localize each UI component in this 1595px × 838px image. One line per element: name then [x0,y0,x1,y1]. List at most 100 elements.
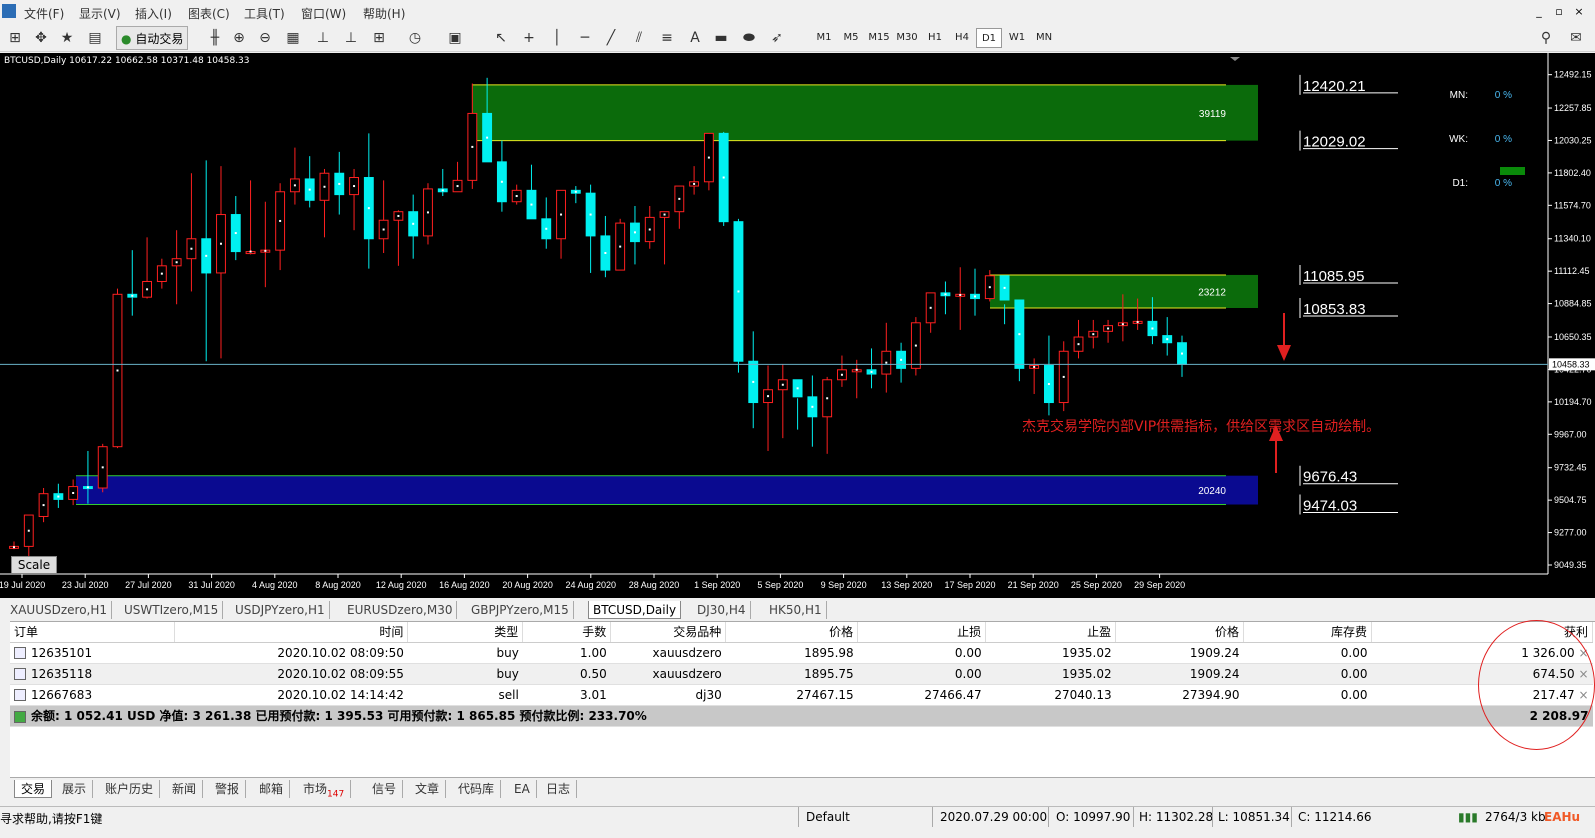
tab-signals[interactable]: 信号 [366,780,404,798]
vertical-line-icon[interactable]: │ [546,27,568,49]
col-price[interactable]: 价格 [725,622,859,643]
table-row[interactable]: 12635118 2020.10.02 08:09:55 buy 0.50 xauusd… [10,663,1593,685]
menu-tools[interactable]: 工具(T) [244,5,285,22]
autoscroll-icon[interactable]: ⊥ [340,27,362,49]
tab-alerts[interactable]: 警报 [209,780,247,798]
chart-tab[interactable]: USWTIzero,M15 [120,601,224,619]
profiles-icon[interactable]: ★ [56,27,78,49]
candle-center-dot [1062,375,1065,378]
chart-tab[interactable]: EURUSDzero,M30 [343,601,458,619]
price-chart[interactable]: 39119 23212 20240 12492.15 12257.85 12030.25 1… [0,53,1595,598]
close-button[interactable]: × [1571,4,1587,20]
horizontal-line-icon[interactable]: ─ [574,27,596,49]
cursor-icon[interactable]: ↖ [490,27,512,49]
tf-m30[interactable]: M30 [894,28,920,48]
candle-center-dot [382,228,385,231]
tab-journal[interactable]: 日志 [540,780,578,798]
tab-news[interactable]: 新闻 [166,780,204,798]
new-chart-icon[interactable]: ⊞ [4,27,26,49]
order-icon [14,668,26,680]
col-type[interactable]: 类型 [407,622,524,643]
price-tick-label: 11802.40 [1554,168,1591,178]
level-label: 9474.03 [1303,498,1357,515]
candle-center-dot [530,203,533,206]
chart-tab-active[interactable]: BTCUSD,Daily [588,601,682,619]
rectangle-icon[interactable]: ▬ [710,27,732,49]
restore-button[interactable]: ▫ [1551,4,1567,20]
tf-m15[interactable]: M15 [866,28,892,48]
menu-window[interactable]: 窗口(W) [301,5,346,22]
fibonacci-icon[interactable]: ≡ [656,27,678,49]
tf-m1[interactable]: M1 [811,28,837,48]
candle-center-dot [574,190,577,193]
candle-center-dot [1136,321,1139,324]
tf-h1[interactable]: H1 [922,28,948,48]
tf-w1[interactable]: W1 [1004,28,1030,48]
tile-windows-icon[interactable]: ▦ [282,27,304,49]
menu-charts[interactable]: 图表(C) [188,5,230,22]
menu-file[interactable]: 文件(F) [24,5,64,22]
menu-help[interactable]: 帮助(H) [363,5,405,22]
tab-ea[interactable]: EA [508,780,537,798]
zoom-out-icon[interactable]: ⊖ [254,27,276,49]
status-bar: 寻求帮助,请按F1键 Default 2020.07.29 00:00 O: 1… [0,806,1595,838]
col-order[interactable]: 订单 [10,622,176,643]
down-arrow-head [1277,345,1291,361]
chart-tab[interactable]: DJ30,H4 [693,601,751,619]
tab-trade[interactable]: 交易 [14,780,53,798]
periods-icon[interactable]: ◷ [404,27,426,49]
table-row[interactable]: 12635101 2020.10.02 08:09:50 buy 1.00 xauusd… [10,642,1593,664]
tab-articles[interactable]: 文章 [409,780,447,798]
col-tp[interactable]: 止盈 [985,622,1117,643]
chart-tab[interactable]: USDJPYzero,H1 [231,601,330,619]
scale-button[interactable]: Scale [11,556,57,574]
templates-icon[interactable]: ▣ [444,27,466,49]
level-label: 11085.95 [1303,268,1364,285]
tf-mn[interactable]: MN [1031,28,1057,48]
order-icon [14,647,26,659]
minimize-button[interactable]: _ [1531,4,1547,20]
order-ticket: 12635101 [31,645,93,660]
tab-market[interactable]: 市场147 [297,780,352,799]
date-label: 12 Aug 2020 [376,580,427,590]
col-sl[interactable]: 止损 [857,622,987,643]
ellipse-icon[interactable]: ⬬ [738,27,760,49]
text-tool-icon[interactable]: A [684,27,706,49]
tab-history[interactable]: 账户历史 [99,780,161,798]
col-swap[interactable]: 库存费 [1243,622,1372,643]
date-label: 25 Sep 2020 [1071,580,1122,590]
date-label: 17 Sep 2020 [944,580,995,590]
col-current-price[interactable]: 价格 [1115,622,1245,643]
mode-label: D1: [1452,178,1468,189]
trendline-icon[interactable]: ╱ [600,27,622,49]
crosshair-move-icon[interactable]: ✥ [30,27,52,49]
col-volume[interactable]: 手数 [522,622,612,643]
crosshair-icon[interactable]: + [518,27,540,49]
tab-exposure[interactable]: 展示 [56,780,94,798]
tab-code-base[interactable]: 代码库 [452,780,502,798]
tf-h4[interactable]: H4 [949,28,975,48]
search-icon[interactable]: ⚲ [1535,27,1557,49]
chart-shift-icon[interactable]: ⊥ [312,27,334,49]
arrows-icon[interactable]: ➶ [766,27,788,49]
indicators-icon[interactable]: ⊞ [368,27,390,49]
tab-mailbox[interactable]: 邮箱 [253,780,291,798]
col-symbol[interactable]: 交易品种 [610,622,727,643]
col-time[interactable]: 时间 [174,622,409,643]
window-icon[interactable]: ▤ [84,27,106,49]
candle-center-dot [693,182,696,185]
chart-tab[interactable]: HK50,H1 [765,601,827,619]
auto-trade-button[interactable]: ● 自动交易 [116,26,189,50]
chart-tab[interactable]: GBPJPYzero,M15 [467,601,574,619]
price-tick-label: 12257.85 [1554,103,1592,113]
menu-insert[interactable]: 插入(I) [135,5,172,22]
table-row[interactable]: 12667683 2020.10.02 14:14:42 sell 3.01 dj30 2… [10,684,1593,706]
equidistant-channel-icon[interactable]: ⫽ [628,27,650,49]
zoom-in-icon[interactable]: ⊕ [228,27,250,49]
bar-chart-icon[interactable]: ╫ [204,27,226,49]
menu-view[interactable]: 显示(V) [79,5,121,22]
tf-d1[interactable]: D1 [976,28,1002,48]
tf-m5[interactable]: M5 [838,28,864,48]
chat-icon[interactable]: ✉ [1565,27,1587,49]
chart-tab[interactable]: XAUUSDzero,H1 [6,601,113,619]
